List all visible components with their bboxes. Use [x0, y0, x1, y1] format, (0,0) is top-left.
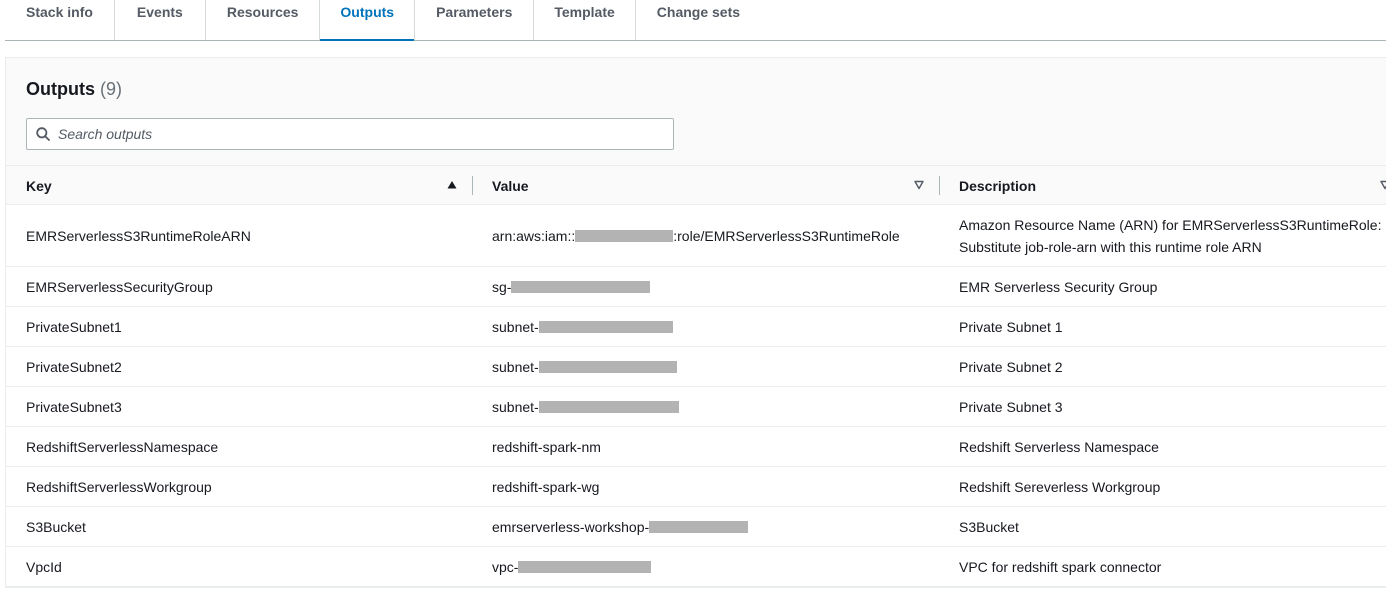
- output-value-text: redshift-spark-wg: [492, 479, 600, 495]
- redacted-block: [511, 281, 651, 293]
- output-description: Private Subnet 2: [959, 359, 1063, 375]
- table-row: EMRServerlessSecurityGroup sg- EMR Serve…: [6, 267, 1386, 307]
- output-key: RedshiftServerlessNamespace: [26, 439, 219, 455]
- tab-outputs[interactable]: Outputs: [320, 0, 414, 41]
- outputs-header: Outputs (9): [6, 58, 1386, 166]
- sort-caret-down-icon[interactable]: [914, 180, 924, 190]
- table-row: PrivateSubnet3 subnet- Private Subnet 3: [6, 387, 1386, 427]
- output-value-text: :role/EMRServerlessS3RuntimeRole: [673, 228, 900, 244]
- table-row: PrivateSubnet1 subnet- Private Subnet 1: [6, 307, 1386, 347]
- table-row: RedshiftServerlessNamespace redshift-spa…: [6, 427, 1386, 467]
- sort-caret-down-icon[interactable]: [1380, 180, 1386, 190]
- output-key: RedshiftServerlessWorkgroup: [26, 479, 212, 495]
- tab-resources[interactable]: Resources: [206, 0, 320, 40]
- tab-label: Template: [554, 4, 615, 20]
- tab-label: Change sets: [656, 4, 741, 20]
- table-row: S3Bucket emrserverless-workshop- S3Bucke…: [6, 507, 1386, 547]
- output-value-text: emrserverless-workshop-: [492, 519, 650, 535]
- output-value: subnet-: [492, 347, 677, 387]
- tab-change-sets[interactable]: Change sets: [636, 0, 761, 40]
- search-box: [26, 118, 674, 150]
- search-input[interactable]: [58, 119, 668, 149]
- column-header-key[interactable]: Key: [26, 166, 52, 205]
- tab-label: Outputs: [340, 4, 395, 20]
- outputs-title: Outputs: [26, 79, 95, 99]
- output-value-text: subnet-: [492, 399, 539, 415]
- tab-label: Resources: [226, 4, 299, 20]
- tab-label: Parameters: [436, 4, 513, 20]
- output-value-text: vpc-: [492, 559, 519, 575]
- output-value-text: sg-: [492, 279, 512, 295]
- column-label: Key: [26, 177, 52, 194]
- output-description: Private Subnet 1: [959, 319, 1063, 335]
- output-description: Private Subnet 3: [959, 399, 1063, 415]
- output-key: EMRServerlessS3RuntimeRoleARN: [26, 228, 251, 244]
- output-value: sg-: [492, 267, 651, 307]
- table-row: EMRServerlessS3RuntimeRoleARN arn:aws:ia…: [6, 205, 1386, 267]
- output-value: emrserverless-workshop-: [492, 507, 749, 547]
- tab-label: Stack info: [26, 4, 93, 20]
- outputs-count: (9): [100, 79, 123, 99]
- page-title: Outputs (9): [26, 79, 122, 100]
- redacted-block: [518, 561, 652, 573]
- column-header-description[interactable]: Description: [959, 166, 1036, 205]
- output-value-text: redshift-spark-nm: [492, 439, 601, 455]
- output-value-text: subnet-: [492, 319, 539, 335]
- column-label: Value: [492, 177, 529, 194]
- tab-template[interactable]: Template: [534, 0, 634, 40]
- output-key: S3Bucket: [26, 519, 86, 535]
- table-row: RedshiftServerlessWorkgroup redshift-spa…: [6, 467, 1386, 507]
- outputs-panel: Outputs (9) Key Value Description: [5, 57, 1386, 588]
- output-key: PrivateSubnet2: [26, 359, 122, 375]
- sort-ascending-icon[interactable]: [447, 180, 457, 190]
- tab-bar: Stack info Events Resources Outputs Para…: [5, 0, 1386, 41]
- output-description: Redshift Sereverless Workgroup: [959, 479, 1161, 495]
- column-divider[interactable]: [472, 176, 473, 195]
- output-key: PrivateSubnet1: [26, 319, 122, 335]
- redacted-block: [538, 361, 677, 373]
- output-value: vpc-: [492, 547, 652, 587]
- output-key: VpcId: [26, 559, 62, 575]
- output-value-text: subnet-: [492, 359, 539, 375]
- output-value: subnet-: [492, 307, 673, 347]
- table-header: Key Value Description: [6, 166, 1386, 205]
- search-icon: [36, 127, 50, 141]
- output-description: VPC for redshift spark connector: [959, 559, 1162, 575]
- column-label: Description: [959, 177, 1037, 194]
- tab-label: Events: [136, 4, 183, 20]
- table-row: VpcId vpc- VPC for redshift spark connec…: [6, 547, 1386, 587]
- output-key: EMRServerlessSecurityGroup: [26, 279, 213, 295]
- redacted-block: [538, 401, 679, 413]
- redacted-block: [538, 321, 673, 333]
- output-value: arn:aws:iam:::role/EMRServerlessS3Runtim…: [492, 205, 900, 267]
- column-divider[interactable]: [939, 176, 940, 195]
- output-value-text: arn:aws:iam::: [492, 228, 576, 244]
- redacted-block: [575, 230, 674, 242]
- output-description: Redshift Serverless Namespace: [959, 439, 1159, 455]
- output-key: PrivateSubnet3: [26, 399, 122, 415]
- tab-events[interactable]: Events: [115, 0, 205, 40]
- output-description: Amazon Resource Name (ARN) for EMRServer…: [959, 217, 1382, 255]
- output-description: S3Bucket: [959, 519, 1019, 535]
- column-header-value[interactable]: Value: [492, 166, 529, 205]
- output-value: redshift-spark-nm: [492, 427, 601, 467]
- tab-parameters[interactable]: Parameters: [415, 0, 533, 40]
- output-description: EMR Serverless Security Group: [959, 279, 1158, 295]
- table-row: PrivateSubnet2 subnet- Private Subnet 2: [6, 347, 1386, 387]
- tab-stack-info[interactable]: Stack info: [5, 0, 114, 40]
- redacted-block: [649, 521, 749, 533]
- output-value: subnet-: [492, 387, 679, 427]
- output-value: redshift-spark-wg: [492, 467, 599, 507]
